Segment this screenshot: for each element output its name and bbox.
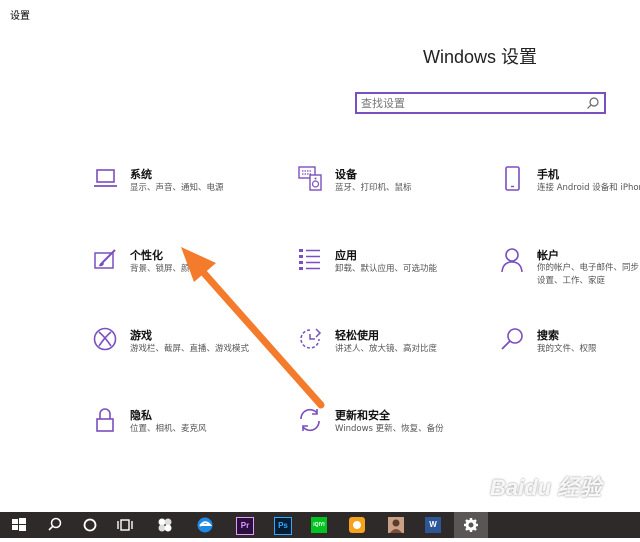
start-icon[interactable] (9, 515, 29, 535)
person-icon (501, 248, 523, 273)
apps-list-icon (299, 249, 320, 270)
tile-name: 轻松使用 (335, 329, 379, 342)
photoshop-label: Ps (274, 517, 292, 535)
tile-name: 个性化 (130, 249, 163, 262)
tile-desc: 连接 Android 设备和 iPhone (537, 183, 640, 193)
tile-desc: 位置、相机、麦克风 (130, 424, 207, 434)
search-icon[interactable] (45, 515, 65, 535)
phone-icon (505, 166, 520, 191)
tile-system[interactable]: 系统 显示、声音、通知、电源 (93, 166, 283, 216)
task-view-icon[interactable] (115, 515, 135, 535)
tile-desc: 卸载、默认应用、可选功能 (335, 264, 438, 274)
tile-gaming[interactable]: 游戏 游戏栏、截屏、直播、游戏模式 (93, 327, 283, 377)
photo-icon[interactable] (386, 515, 406, 535)
keyboard-speaker-icon (298, 166, 322, 191)
premiere-label: Pr (236, 517, 254, 535)
xbox-icon (93, 327, 117, 351)
window-title: 设置 (10, 11, 30, 22)
tile-desc: 我的文件、权限 (537, 344, 597, 354)
taskbar: Pr Ps iQIYI W (0, 512, 640, 538)
ease-of-access-icon (300, 328, 322, 349)
paint-icon (94, 249, 116, 269)
lock-icon (96, 408, 114, 432)
tile-desc: Windows 更新、恢复、备份 (335, 424, 444, 434)
search-box[interactable] (355, 92, 606, 114)
tile-name: 帐户 (537, 249, 559, 262)
media-icon[interactable] (347, 515, 367, 535)
premiere-icon[interactable]: Pr (234, 515, 254, 535)
page-title: Windows 设置 (422, 47, 537, 67)
tile-update-security[interactable]: 更新和安全 Windows 更新、恢复、备份 (298, 407, 488, 457)
iqiyi-label: iQIYI (311, 517, 327, 533)
pinwheel-icon[interactable] (155, 515, 175, 535)
word-icon[interactable]: W (423, 515, 443, 535)
sync-icon (300, 408, 320, 432)
tile-name: 系统 (130, 168, 152, 181)
watermark-brand: Baidu 经验 (490, 475, 602, 500)
tile-desc: 背景、锁屏、颜色 (130, 264, 199, 274)
tile-name: 应用 (335, 249, 357, 262)
tile-name: 手机 (537, 168, 559, 181)
tile-desc: 你的帐户、电子邮件、同步设置、工作、家庭 (537, 263, 640, 286)
tile-name: 隐私 (130, 409, 152, 422)
search-icon[interactable] (586, 96, 600, 110)
search-input[interactable] (361, 94, 576, 112)
settings-icon[interactable] (454, 512, 488, 538)
tile-name: 设备 (335, 168, 357, 181)
tile-privacy[interactable]: 隐私 位置、相机、麦克风 (93, 407, 283, 457)
tile-apps[interactable]: 应用 卸载、默认应用、可选功能 (298, 247, 488, 297)
tile-name: 游戏 (130, 329, 152, 342)
tile-accounts[interactable]: 帐户 你的帐户、电子邮件、同步设置、工作、家庭 (500, 247, 640, 297)
tile-phone[interactable]: 手机 连接 Android 设备和 iPhone (500, 166, 640, 216)
tile-personalization[interactable]: 个性化 背景、锁屏、颜色 (93, 247, 283, 297)
tile-desc: 讲述人、放大镜、高对比度 (335, 344, 438, 354)
tile-name: 更新和安全 (335, 409, 390, 422)
tile-search[interactable]: 搜索 我的文件、权限 (500, 327, 640, 377)
tile-desc: 蓝牙、打印机、鼠标 (335, 183, 412, 193)
word-label: W (425, 517, 441, 533)
cortana-icon[interactable] (80, 515, 100, 535)
tile-devices[interactable]: 设备 蓝牙、打印机、鼠标 (298, 166, 488, 216)
edge-icon[interactable] (195, 515, 215, 535)
iqiyi-icon[interactable]: iQIYI (309, 515, 329, 535)
magnifier-icon (501, 328, 523, 350)
tile-ease-of-access[interactable]: 轻松使用 讲述人、放大镜、高对比度 (298, 327, 488, 377)
laptop-icon (94, 169, 117, 187)
photoshop-icon[interactable]: Ps (272, 515, 292, 535)
tile-desc: 游戏栏、截屏、直播、游戏模式 (130, 344, 250, 354)
tile-name: 搜索 (537, 329, 559, 342)
tile-desc: 显示、声音、通知、电源 (130, 183, 224, 193)
